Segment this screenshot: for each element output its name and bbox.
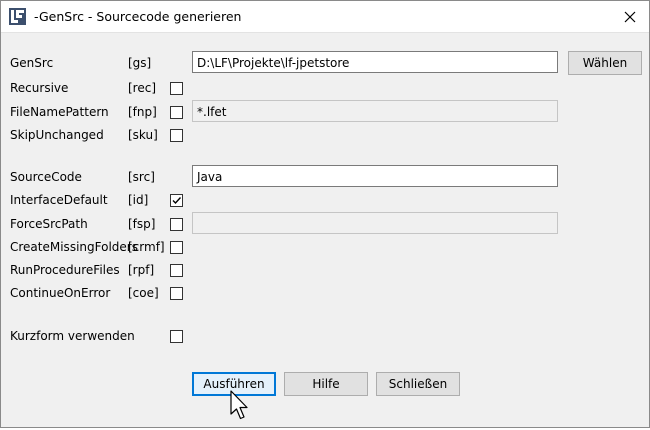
filenamepattern-abbr: [fnp] [128,105,157,119]
forcesrcpath-checkbox[interactable] [170,218,183,231]
sourcecode-label: SourceCode [10,170,82,184]
sourcecode-input[interactable]: Java [192,165,558,187]
window-title: -GenSrc - Sourcecode generieren [34,9,242,24]
forcesrcpath-input [192,212,558,234]
runprocedurefiles-label: RunProcedureFiles [10,263,120,277]
kurzform-label: Kurzform verwenden [10,329,135,343]
continueonerror-checkbox[interactable] [170,287,183,300]
interfacedefault-label: InterfaceDefault [10,193,108,207]
filenamepattern-checkbox[interactable] [170,106,183,119]
skipunchanged-checkbox[interactable] [170,129,183,142]
help-button[interactable]: Hilfe [284,372,368,396]
forcesrcpath-abbr: [fsp] [128,217,156,231]
skipunchanged-abbr: [sku] [128,128,158,142]
close-button[interactable]: Schließen [376,372,460,396]
sourcecode-abbr: [src] [128,170,155,184]
close-icon[interactable] [619,6,641,28]
mouse-cursor-icon [230,390,250,425]
continueonerror-abbr: [coe] [128,286,159,300]
interfacedefault-abbr: [id] [128,193,149,207]
kurzform-checkbox[interactable] [170,330,183,343]
createmissingfolders-abbr: [crmf] [128,240,165,254]
interfacedefault-checkbox[interactable] [170,194,183,207]
recursive-checkbox[interactable] [170,82,183,95]
gensrc-path-input[interactable]: D:\LF\Projekte\lf-jpetstore [192,51,558,73]
forcesrcpath-label: ForceSrcPath [10,217,88,231]
filenamepattern-label: FileNamePattern [10,105,109,119]
title-bar[interactable]: -GenSrc - Sourcecode generieren [1,1,649,33]
checkmark-icon [172,197,182,205]
lf-app-icon [9,8,26,25]
recursive-abbr: [rec] [128,81,157,95]
dialog-window: -GenSrc - Sourcecode generieren GenSrc [… [0,0,650,428]
continueonerror-label: ContinueOnError [10,286,111,300]
createmissingfolders-checkbox[interactable] [170,241,183,254]
choose-button[interactable]: Wählen [568,51,642,75]
runprocedurefiles-abbr: [rpf] [128,263,155,277]
skipunchanged-label: SkipUnchanged [10,128,104,142]
recursive-label: Recursive [10,81,69,95]
gensrc-abbr: [gs] [128,56,152,70]
gensrc-label: GenSrc [10,56,54,70]
filenamepattern-input: *.lfet [192,100,558,122]
runprocedurefiles-checkbox[interactable] [170,264,183,277]
createmissingfolders-label: CreateMissingFolders [10,240,138,254]
